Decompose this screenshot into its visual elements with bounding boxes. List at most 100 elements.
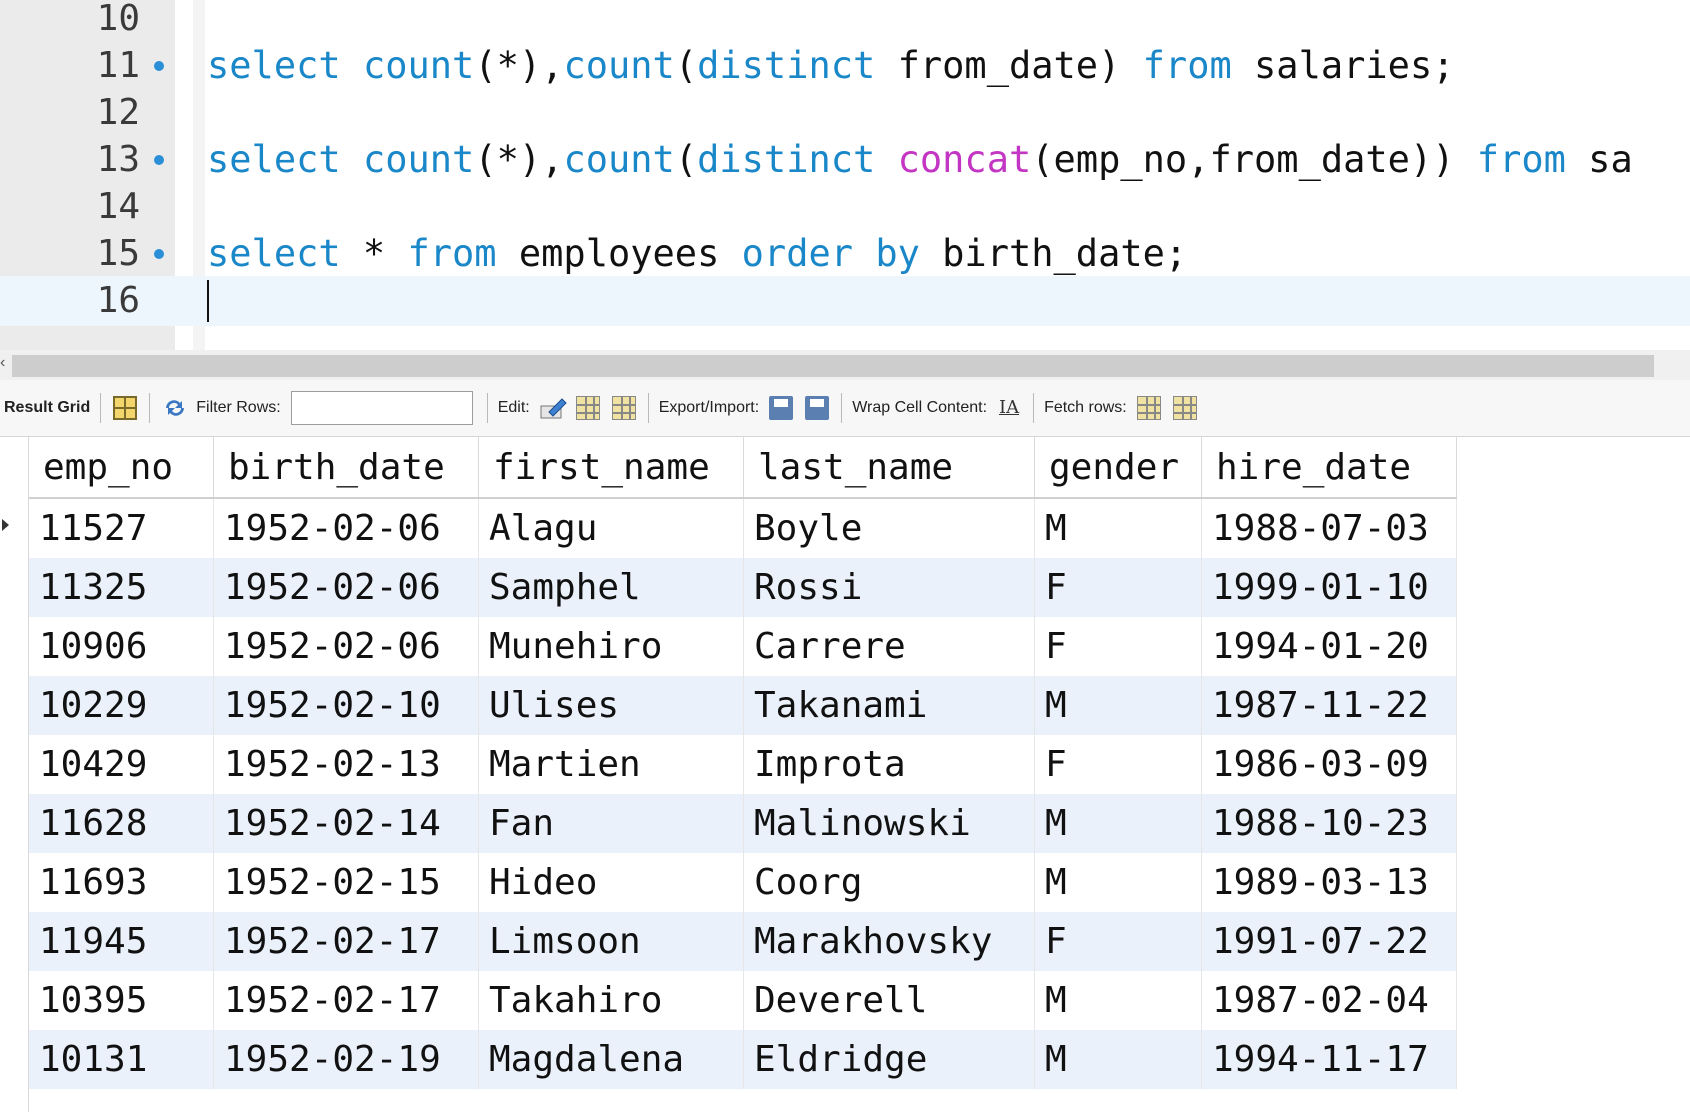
table-cell[interactable]: 1952-02-17	[213, 912, 479, 971]
result-grid[interactable]: emp_no birth_date first_name last_name gende…	[0, 437, 1690, 1112]
table-cell[interactable]: Fan	[478, 794, 744, 853]
scroll-left-icon[interactable]: ‹	[0, 354, 5, 372]
table-cell[interactable]: Hideo	[478, 853, 744, 912]
table-cell[interactable]: 1988-10-23	[1201, 794, 1457, 853]
sql-statement[interactable]: select count(*),count(distinct from_date…	[207, 41, 1455, 91]
scrollbar-thumb[interactable]	[12, 355, 1654, 377]
column-header-hire-date[interactable]: hire_date	[1201, 437, 1457, 499]
table-cell[interactable]: 1952-02-13	[213, 735, 479, 794]
sql-statement[interactable]: select count(*),count(distinct concat(em…	[207, 135, 1633, 185]
row-marker-column[interactable]	[0, 437, 29, 1112]
table-cell[interactable]: Munehiro	[478, 617, 744, 676]
column-header-first-name[interactable]: first_name	[478, 437, 744, 499]
table-row[interactable]: 11527 1952-02-06 Alagu Boyle M 1988-07-03	[29, 498, 1457, 558]
table-cell[interactable]: 1999-01-10	[1201, 558, 1457, 617]
table-cell[interactable]: 10229	[29, 676, 214, 735]
code-line[interactable]: 14	[0, 182, 1690, 232]
table-row[interactable]: 10229 1952-02-10 Ulises Takanami M 1987-11-22	[29, 676, 1457, 735]
table-cell[interactable]: F	[1034, 912, 1202, 971]
code-line[interactable]: 12	[0, 88, 1690, 138]
table-cell[interactable]: 11945	[29, 912, 214, 971]
fetch-all-rows-icon[interactable]	[1172, 396, 1197, 420]
table-cell[interactable]: M	[1034, 676, 1202, 735]
table-cell[interactable]: 1952-02-06	[213, 617, 479, 676]
edit-row-icon[interactable]	[540, 396, 567, 420]
editor-horizontal-scrollbar[interactable]: ‹	[0, 350, 1690, 380]
column-header-emp-no[interactable]: emp_no	[29, 437, 214, 499]
insert-row-icon[interactable]	[575, 396, 600, 420]
table-cell[interactable]: M	[1034, 853, 1202, 912]
code-line[interactable]: 11 select count(*),count(distinct from_da…	[0, 41, 1690, 91]
table-cell[interactable]: F	[1034, 735, 1202, 794]
table-cell[interactable]: 1989-03-13	[1201, 853, 1457, 912]
table-cell[interactable]: 10429	[29, 735, 214, 794]
table-cell[interactable]: 10131	[29, 1030, 214, 1089]
table-cell[interactable]: M	[1034, 794, 1202, 853]
table-cell[interactable]: 1952-02-06	[213, 498, 479, 558]
table-cell[interactable]: 1952-02-06	[213, 558, 479, 617]
table-cell[interactable]: M	[1034, 498, 1202, 558]
table-row[interactable]: 10395 1952-02-17 Takahiro Deverell M 1987-02-…	[29, 971, 1457, 1030]
table-cell[interactable]: 1952-02-14	[213, 794, 479, 853]
sql-statement[interactable]: select * from employees order by birth_d…	[207, 229, 1187, 279]
table-cell[interactable]: Improta	[743, 735, 1035, 794]
table-cell[interactable]: Ulises	[478, 676, 744, 735]
table-row[interactable]: 10131 1952-02-19 Magdalena Eldridge M 1994-11…	[29, 1030, 1457, 1089]
table-cell[interactable]: F	[1034, 617, 1202, 676]
import-icon[interactable]	[805, 396, 830, 420]
table-cell[interactable]: 1991-07-22	[1201, 912, 1457, 971]
column-header-birth-date[interactable]: birth_date	[213, 437, 479, 499]
code-line[interactable]: 16	[0, 276, 1690, 326]
table-cell[interactable]: 1986-03-09	[1201, 735, 1457, 794]
fetch-next-rows-icon[interactable]	[1136, 396, 1161, 420]
export-icon[interactable]	[769, 396, 794, 420]
table-cell[interactable]: 10395	[29, 971, 214, 1030]
table-row[interactable]: 10906 1952-02-06 Munehiro Carrere F 1994-01-2…	[29, 617, 1457, 676]
grid-view-icon[interactable]	[113, 396, 138, 420]
table-row[interactable]: 11693 1952-02-15 Hideo Coorg M 1989-03-13	[29, 853, 1457, 912]
table-cell[interactable]: 11628	[29, 794, 214, 853]
table-row[interactable]: 10429 1952-02-13 Martien Improta F 1986-03-09	[29, 735, 1457, 794]
table-cell[interactable]: Coorg	[743, 853, 1035, 912]
table-cell[interactable]: 1994-01-20	[1201, 617, 1457, 676]
table-cell[interactable]: 10906	[29, 617, 214, 676]
table-cell[interactable]: 1988-07-03	[1201, 498, 1457, 558]
table-cell[interactable]: 11527	[29, 498, 214, 558]
table-cell[interactable]: 1994-11-17	[1201, 1030, 1457, 1089]
table-cell[interactable]: M	[1034, 1030, 1202, 1089]
table-cell[interactable]: F	[1034, 558, 1202, 617]
table-cell[interactable]: Deverell	[743, 971, 1035, 1030]
table-cell[interactable]: Limsoon	[478, 912, 744, 971]
column-header-last-name[interactable]: last_name	[743, 437, 1035, 499]
table-cell[interactable]: 1952-02-10	[213, 676, 479, 735]
table-cell[interactable]: 11693	[29, 853, 214, 912]
table-cell[interactable]: 1987-02-04	[1201, 971, 1457, 1030]
filter-rows-input[interactable]	[290, 391, 473, 425]
table-cell[interactable]: Eldridge	[743, 1030, 1035, 1089]
table-cell[interactable]: Marakhovsky	[743, 912, 1035, 971]
delete-row-icon[interactable]	[611, 396, 636, 420]
table-cell[interactable]: 11325	[29, 558, 214, 617]
sql-editor[interactable]: 10 11 select count(*),count(distinct from_…	[0, 0, 1690, 350]
wrap-text-icon[interactable]: IA	[997, 396, 1021, 420]
code-line[interactable]: 10	[0, 0, 1690, 44]
table-cell[interactable]: 1952-02-17	[213, 971, 479, 1030]
table-cell[interactable]: Rossi	[743, 558, 1035, 617]
table-cell[interactable]: 1952-02-19	[213, 1030, 479, 1089]
table-cell[interactable]: 1987-11-22	[1201, 676, 1457, 735]
table-cell[interactable]: Takanami	[743, 676, 1035, 735]
table-cell[interactable]: Alagu	[478, 498, 744, 558]
table-cell[interactable]: M	[1034, 971, 1202, 1030]
table-row[interactable]: 11628 1952-02-14 Fan Malinowski M 1988-10-23	[29, 794, 1457, 853]
table-cell[interactable]: Takahiro	[478, 971, 744, 1030]
table-row[interactable]: 11945 1952-02-17 Limsoon Marakhovsky F 1991-0…	[29, 912, 1457, 971]
table-cell[interactable]: Boyle	[743, 498, 1035, 558]
table-cell[interactable]: Magdalena	[478, 1030, 744, 1089]
refresh-icon[interactable]	[162, 396, 186, 420]
code-line[interactable]: 15 select * from employees order by birth…	[0, 229, 1690, 279]
table-cell[interactable]: Malinowski	[743, 794, 1035, 853]
table-cell[interactable]: Martien	[478, 735, 744, 794]
table-row[interactable]: 11325 1952-02-06 Samphel Rossi F 1999-01-10	[29, 558, 1457, 617]
table-cell[interactable]: Samphel	[478, 558, 744, 617]
code-line[interactable]: 13 select count(*),count(distinct concat(…	[0, 135, 1690, 185]
